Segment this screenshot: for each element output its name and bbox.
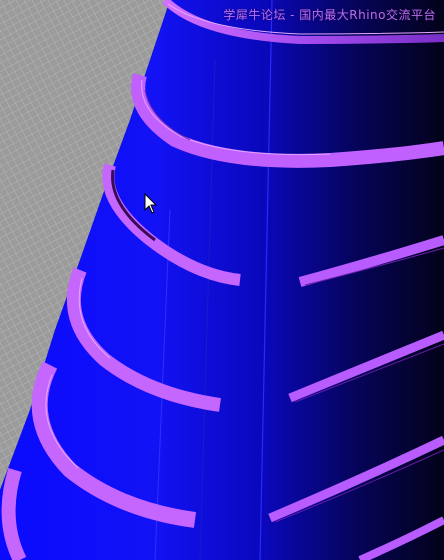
perspective-scene[interactable] [0, 0, 444, 560]
rhino-viewport[interactable]: 学犀牛论坛 - 国内最大Rhino交流平台 [0, 0, 444, 560]
arrow-cursor-icon [144, 193, 158, 214]
watermark-text: 学犀牛论坛 - 国内最大Rhino交流平台 [223, 8, 436, 22]
